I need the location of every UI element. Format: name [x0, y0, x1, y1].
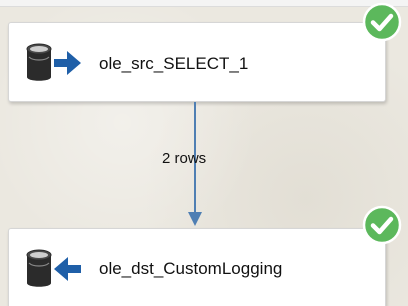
ole-db-destination-component[interactable]: ole_dst_CustomLogging	[8, 228, 386, 306]
canvas-top-border	[0, 0, 408, 7]
destination-component-label: ole_dst_CustomLogging	[99, 259, 283, 278]
row-count-label: 2 rows	[162, 150, 207, 167]
ole-db-source-icon	[26, 43, 81, 81]
ole-db-source-component[interactable]: ole_src_SELECT_1	[8, 22, 386, 102]
source-component-label: ole_src_SELECT_1	[99, 54, 249, 73]
success-check-icon	[362, 2, 402, 42]
data-flow-canvas[interactable]: ole_src_SELECT_1 2 rows ole_dst_CustomLo…	[0, 0, 408, 306]
success-check-icon	[362, 205, 402, 245]
ole-db-destination-icon	[26, 249, 81, 287]
